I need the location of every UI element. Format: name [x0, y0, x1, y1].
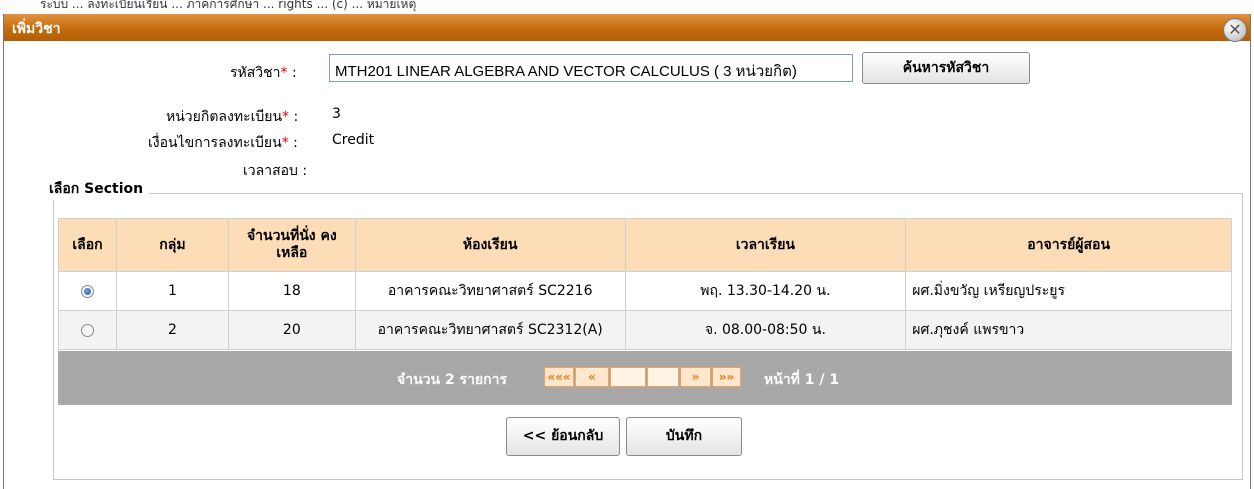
section-radio-selected[interactable]: [80, 284, 94, 298]
exam-time-label: เวลาสอบ :: [243, 163, 308, 179]
section-radio[interactable]: [80, 323, 94, 337]
page-indicator: หน้าที่ 1 / 1: [764, 372, 840, 388]
section-table: เลือก กลุ่ม จำนวนที่นั่ง คงเหลือ ห้องเรี…: [58, 218, 1232, 350]
select-cell[interactable]: [58, 271, 117, 311]
time-cell: พฤ. 13.30-14.20 น.: [624, 271, 907, 311]
next-page-button[interactable]: »: [680, 367, 711, 387]
save-button[interactable]: บันทึก: [626, 417, 742, 456]
column-header-time: เวลาเรียน: [624, 218, 907, 272]
column-header-teacher: อาจารย์ผู้สอน: [905, 218, 1232, 272]
group-cell: 1: [115, 271, 229, 311]
background-page-strip: ระบบ ... ลงทะเบียนเรียน ... ภาคการศึกษา …: [0, 0, 1254, 14]
group-cell: 2: [115, 310, 229, 350]
column-header-group: กลุ่ม: [115, 218, 229, 272]
column-header-select: เลือก: [58, 218, 117, 272]
table-header-row: เลือก กลุ่ม จำนวนที่นั่ง คงเหลือ ห้องเรี…: [58, 218, 1232, 272]
credits-label: หน่วยกิตลงทะเบียน* :: [166, 109, 299, 125]
teacher-cell: ผศ.มิ่งขวัญ เหรียญประยูร: [905, 271, 1232, 311]
background-page-text: ระบบ ... ลงทะเบียนเรียน ... ภาคการศึกษา …: [40, 0, 417, 11]
column-header-seats: จำนวนที่นั่ง คงเหลือ: [227, 218, 356, 272]
page-number-field-2[interactable]: [647, 367, 679, 387]
dialog-title: เพิ่มวิชา: [12, 21, 61, 37]
condition-value: Credit: [332, 132, 375, 148]
room-cell: อาคารคณะวิทยาศาสตร์ SC2216: [354, 271, 626, 311]
pagination-bar: จำนวน 2 รายการ ««« « » »» หน้าที่ 1 / 1: [58, 351, 1232, 405]
prev-page-button[interactable]: «: [575, 367, 609, 387]
page-number-field[interactable]: [610, 367, 646, 387]
teacher-cell: ผศ.ภุชงค์ แพรขาว: [905, 310, 1232, 350]
course-code-label: รหัสวิชา* :: [230, 65, 297, 81]
table-row[interactable]: 1 18 อาคารคณะวิทยาศาสตร์ SC2216 พฤ. 13.3…: [58, 271, 1232, 311]
dialog-titlebar[interactable]: เพิ่มวิชา ✕: [4, 14, 1250, 42]
close-icon[interactable]: ✕: [1223, 18, 1247, 42]
seats-cell: 20: [227, 310, 356, 350]
condition-label: เงื่อนไขการลงทะเบียน* :: [148, 135, 298, 151]
seats-cell: 18: [227, 271, 356, 311]
course-code-input[interactable]: MTH201 LINEAR ALGEBRA AND VECTOR CALCULU…: [329, 54, 853, 82]
credits-value: 3: [332, 106, 341, 122]
back-button[interactable]: << ย้อนกลับ: [506, 417, 620, 456]
table-row[interactable]: 2 20 อาคารคณะวิทยาศาสตร์ SC2312(A) จ. 08…: [58, 310, 1232, 350]
last-page-button[interactable]: »»: [712, 367, 741, 387]
room-cell: อาคารคณะวิทยาศาสตร์ SC2312(A): [354, 310, 626, 350]
section-legend: เลือก Section: [47, 178, 150, 200]
search-course-button[interactable]: ค้นหารหัสวิชา: [862, 52, 1030, 84]
column-header-room: ห้องเรียน: [354, 218, 626, 272]
select-cell[interactable]: [58, 310, 117, 350]
record-count: จำนวน 2 รายการ: [397, 372, 507, 388]
time-cell: จ. 08.00-08:50 น.: [624, 310, 907, 350]
first-page-button[interactable]: «««: [544, 367, 574, 387]
